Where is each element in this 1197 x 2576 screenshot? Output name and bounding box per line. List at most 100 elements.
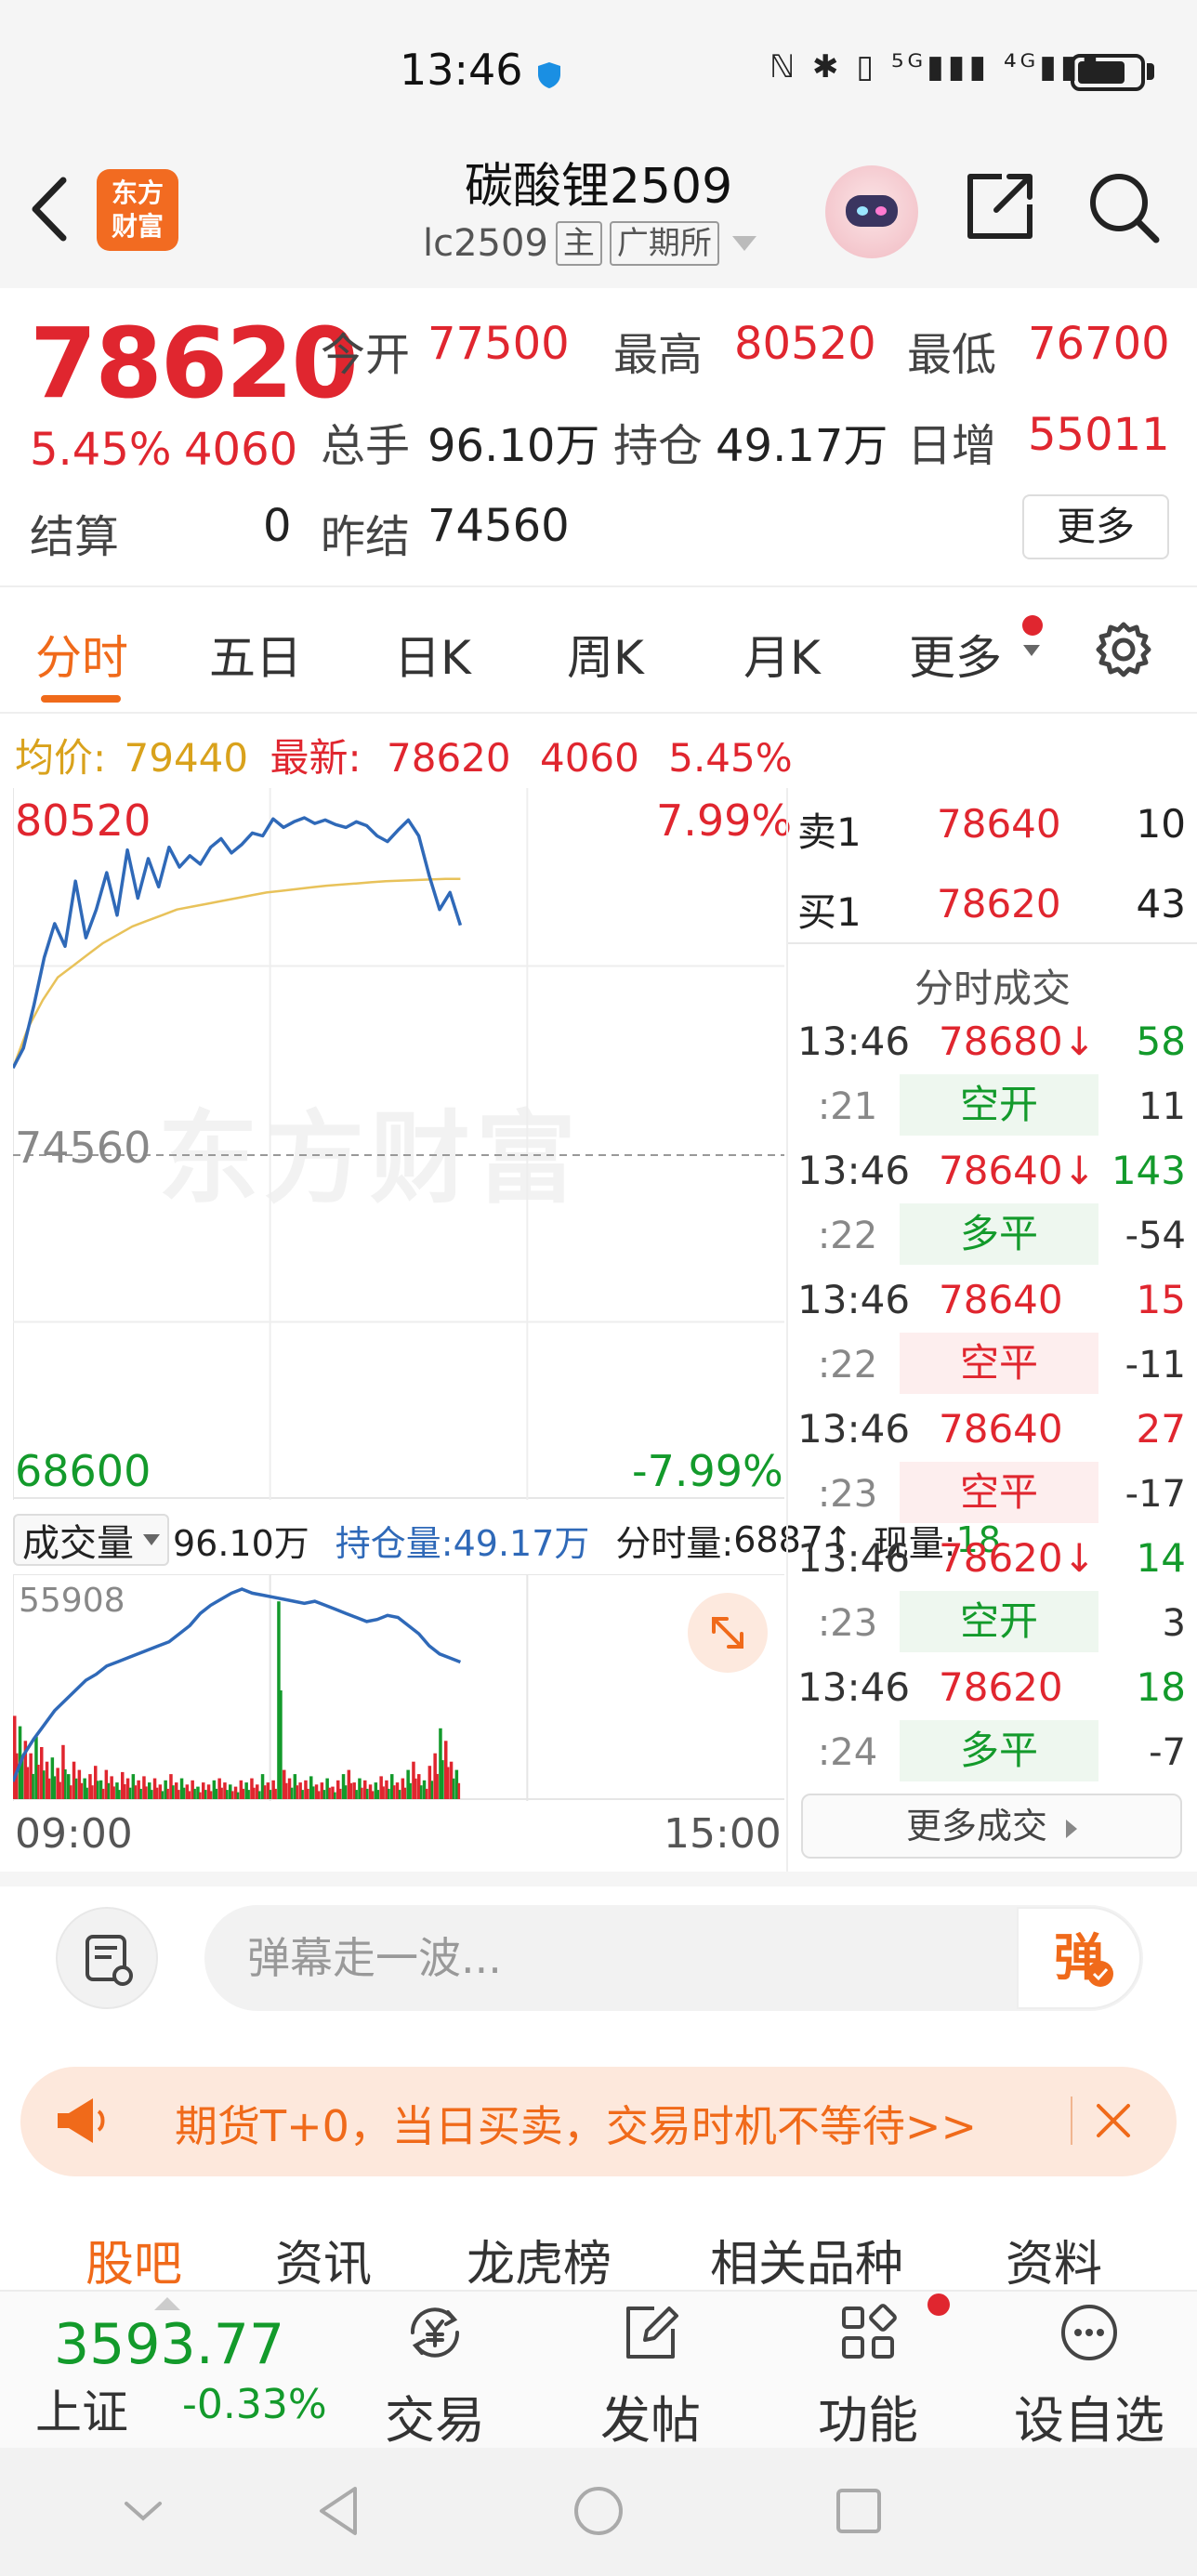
volume-bar-secondary xyxy=(403,1787,407,1799)
volume-bar-secondary xyxy=(172,1785,175,1799)
volume-bar-secondary xyxy=(134,1785,138,1799)
bid-price: 78620 xyxy=(937,881,1061,927)
trade-price: 78620 xyxy=(939,1664,1063,1710)
tab-monthly-k[interactable]: 月K xyxy=(743,621,821,688)
volume-bar-secondary xyxy=(257,1791,261,1799)
settle-value: 0 xyxy=(263,500,292,552)
tab-profile[interactable]: 资料 xyxy=(1006,2225,1102,2294)
home-circle-icon[interactable] xyxy=(571,2483,626,2539)
y-axis-high-pct: 7.99% xyxy=(656,795,793,846)
chevron-right-icon xyxy=(1066,1820,1078,1838)
volume-bar-secondary xyxy=(441,1760,444,1799)
nav-trade[interactable]: 交易 xyxy=(351,2299,519,2452)
volume-bar-secondary xyxy=(26,1767,30,1799)
volume-bar-secondary xyxy=(20,1758,24,1799)
ask-price: 78640 xyxy=(937,801,1061,847)
tab-dragon-tiger[interactable]: 龙虎榜 xyxy=(467,2225,612,2294)
volume-bar-secondary xyxy=(161,1791,164,1799)
active-tab-indicator xyxy=(41,695,121,703)
tab-news[interactable]: 资讯 xyxy=(275,2225,372,2294)
more-circle-icon xyxy=(1061,2305,1117,2360)
trade-time: 13:46 xyxy=(797,1406,911,1452)
gear-icon[interactable] xyxy=(1093,619,1154,680)
trade-type: 多平 xyxy=(900,1720,1098,1781)
volume-bar-secondary xyxy=(220,1787,223,1799)
danmaku-input[interactable]: 弹幕走一波... xyxy=(204,1905,1143,2011)
volume-bar-secondary xyxy=(457,1782,461,1799)
y-axis-reference: 74560 xyxy=(15,1123,151,1173)
volume-bar-secondary xyxy=(155,1787,159,1799)
volume-bar-secondary xyxy=(409,1782,412,1799)
latest-change: 4060 xyxy=(539,735,639,781)
note-settings-icon[interactable] xyxy=(56,1907,158,2009)
oi-label-small: 持仓量: xyxy=(335,1522,454,1564)
volume-bar-secondary xyxy=(182,1787,186,1799)
indicator-select[interactable]: 成交量 xyxy=(13,1514,169,1566)
indicator-select-label: 成交量 xyxy=(22,1522,134,1565)
open-label: 今开 xyxy=(321,329,411,381)
nav-add-watchlist[interactable]: 设自选 xyxy=(1006,2299,1173,2452)
recent-apps-icon[interactable] xyxy=(833,2485,885,2537)
volume-bar-secondary xyxy=(59,1781,61,1799)
volume-bar-secondary xyxy=(166,1788,169,1799)
search-icon[interactable] xyxy=(1084,167,1162,245)
bid-volume: 43 xyxy=(1136,881,1186,927)
tab-five-day[interactable]: 五日 xyxy=(209,621,302,688)
danmaku-send-button[interactable]: 弹 xyxy=(1017,1907,1141,2009)
trade-type: 空平 xyxy=(900,1333,1098,1394)
volume-bar-secondary xyxy=(247,1790,250,1799)
contract-selector[interactable]: lc2509 主 广期所 xyxy=(423,221,756,266)
back-triangle-icon[interactable] xyxy=(312,2483,364,2539)
edit-icon xyxy=(626,2307,678,2359)
close-icon[interactable] xyxy=(1089,2096,1138,2145)
volume-bar-secondary xyxy=(188,1791,191,1799)
battery-tip xyxy=(1147,63,1154,80)
expand-icon xyxy=(712,1617,743,1649)
volume-chart[interactable] xyxy=(13,1574,784,1801)
nav-post[interactable]: 发帖 xyxy=(567,2299,734,2452)
more-quote-button[interactable]: 更多 xyxy=(1022,494,1169,559)
volume-bar-secondary xyxy=(53,1776,57,1799)
chevron-down-icon[interactable] xyxy=(119,2487,167,2535)
more-trades-button[interactable]: 更多成交 xyxy=(801,1794,1182,1859)
volume-bar-secondary xyxy=(80,1782,84,1799)
trade-seconds: :22 xyxy=(817,1344,878,1387)
nav-trade-label: 交易 xyxy=(385,2391,485,2450)
tab-daily-k[interactable]: 日K xyxy=(394,621,471,688)
tab-more[interactable]: 更多 xyxy=(909,621,1002,688)
ask-label: 卖1 xyxy=(797,809,862,855)
trade-seconds: :21 xyxy=(817,1085,878,1128)
volume-bar-secondary xyxy=(204,1790,207,1799)
trade-seconds: :23 xyxy=(817,1602,878,1645)
volume-bar-secondary xyxy=(398,1790,401,1799)
trade-price: 78640↓ xyxy=(939,1148,1096,1193)
trade-volume: 58 xyxy=(1136,1019,1186,1064)
nav-functions[interactable]: 功能 xyxy=(784,2299,952,2452)
bid-label: 买1 xyxy=(797,889,862,935)
exchange-tag: 广期所 xyxy=(609,221,719,266)
expand-button[interactable] xyxy=(688,1593,768,1673)
tab-weekly-k[interactable]: 周K xyxy=(567,621,644,688)
volume-bar-secondary xyxy=(338,1788,342,1799)
volume-bar-secondary xyxy=(274,1788,277,1799)
trade-price: 78680↓ xyxy=(939,1019,1096,1064)
volume-bar-secondary xyxy=(414,1778,417,1799)
trade-delta: 11 xyxy=(1138,1085,1186,1128)
volume-bar-secondary xyxy=(107,1782,111,1799)
tab-forum[interactable]: 股吧 xyxy=(86,2225,182,2294)
index-name[interactable]: 上证 xyxy=(35,2375,128,2442)
volume-bar-secondary xyxy=(344,1785,348,1799)
volume-bar-secondary xyxy=(123,1784,126,1799)
ask-volume: 10 xyxy=(1136,801,1186,847)
volume-bar-secondary xyxy=(365,1788,369,1799)
volume-bar-secondary xyxy=(32,1773,34,1799)
volume-bar-secondary xyxy=(226,1790,229,1799)
share-icon[interactable] xyxy=(961,167,1039,245)
volume-bar-secondary xyxy=(193,1788,196,1799)
tab-related[interactable]: 相关品种 xyxy=(710,2225,903,2294)
index-value[interactable]: 3593.77 xyxy=(54,2312,284,2377)
volume-bar-secondary xyxy=(86,1787,88,1799)
volume-bar-secondary xyxy=(101,1788,105,1799)
tab-intraday[interactable]: 分时 xyxy=(35,621,128,688)
index-change[interactable]: -0.33% xyxy=(182,2381,327,2428)
